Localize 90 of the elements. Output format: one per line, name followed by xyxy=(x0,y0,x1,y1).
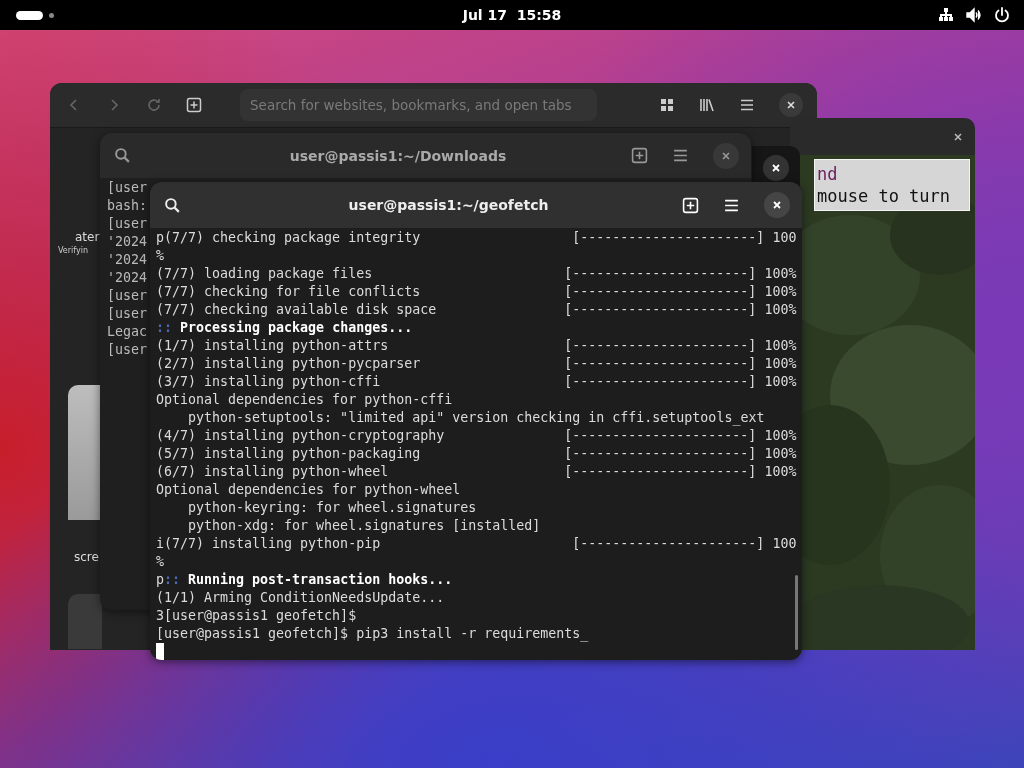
close-icon xyxy=(953,131,963,142)
progress-bar-text: [----------------------] xyxy=(564,445,757,463)
page-text: ater xyxy=(75,230,100,244)
terminal-line: [user xyxy=(107,180,148,195)
close-button[interactable] xyxy=(764,192,790,218)
hint-text: nd xyxy=(817,163,839,185)
search-icon[interactable] xyxy=(114,147,131,164)
percent-text: 100% xyxy=(764,463,797,481)
grid-icon[interactable] xyxy=(659,97,675,113)
section-heading: Processing package changes... xyxy=(180,320,413,335)
terminal-text: (4/7) installing python-cryptography xyxy=(156,427,445,445)
section-marker: :: xyxy=(156,320,172,335)
close-icon xyxy=(721,150,731,161)
search-field[interactable]: Search for websites, bookmarks, and open tabs xyxy=(240,89,597,121)
close-button[interactable] xyxy=(779,93,803,117)
terminal-line: python-keyring: for wheel.signatures xyxy=(187,499,478,517)
library-icon[interactable] xyxy=(699,97,715,113)
percent-text: 100 xyxy=(772,535,797,553)
search-icon[interactable] xyxy=(164,196,181,214)
progress-bar-text: [----------------------] xyxy=(572,229,765,247)
hint-text: mouse to turn xyxy=(817,185,952,207)
text-cursor xyxy=(156,643,164,660)
reload-icon[interactable] xyxy=(146,97,162,113)
terminal-text: (7/7) checking available disk space xyxy=(156,301,437,319)
percent-text: 100% xyxy=(764,373,797,391)
terminal-line: '2024 xyxy=(107,252,148,267)
terminal-line: 3[user@passis1 geofetch]$ xyxy=(156,607,358,625)
power-icon[interactable] xyxy=(994,7,1010,23)
terminal-text: p(7/7) checking package integrity xyxy=(156,229,421,247)
terminal-text: (7/7) loading package files xyxy=(156,265,373,283)
terminal-text: (6/7) installing python-wheel xyxy=(156,463,389,481)
close-icon xyxy=(772,200,782,210)
section-heading: Running post-transaction hooks... xyxy=(188,572,453,587)
progress-bar-text: [----------------------] xyxy=(564,355,757,373)
progress-bar-text: [----------------------] xyxy=(564,373,757,391)
close-icon xyxy=(786,100,796,110)
network-icon[interactable] xyxy=(938,7,954,23)
percent-text: 100% xyxy=(764,427,797,445)
activities-indicator[interactable] xyxy=(16,10,43,20)
terminal-line: '2024 xyxy=(107,270,148,285)
terminal-line: python-xdg: for wheel.signatures [installed] xyxy=(187,517,542,535)
terminal-line: '2024 xyxy=(107,234,148,249)
terminal-line: (1/1) Arming ConditionNeedsUpdate... xyxy=(156,589,446,607)
page-text: scre xyxy=(74,550,99,564)
progress-bar-text: [----------------------] xyxy=(564,337,757,355)
menu-icon[interactable] xyxy=(739,97,755,113)
progress-bar-text: [----------------------] xyxy=(564,283,757,301)
terminal-line: % xyxy=(156,247,165,265)
percent-text: 100% xyxy=(764,355,797,373)
scrollbar[interactable] xyxy=(795,575,798,650)
terminal-text: (1/7) installing python-attrs xyxy=(156,337,389,355)
terminal-line: Optional dependencies for python-wheel xyxy=(156,481,462,499)
progress-bar-text: [----------------------] xyxy=(564,301,757,319)
volume-icon[interactable] xyxy=(966,7,982,23)
terminal-line: [user xyxy=(107,342,148,357)
terminal-line: [user xyxy=(107,216,148,231)
terminal-text: (5/7) installing python-packaging xyxy=(156,445,421,463)
clock[interactable]: Jul 17 15:58 xyxy=(462,7,562,23)
window-title: user@passis1:~/Downloads xyxy=(288,147,508,164)
percent-text: 100% xyxy=(764,283,797,301)
progress-bar-text: [----------------------] xyxy=(564,463,757,481)
percent-text: 100% xyxy=(764,445,797,463)
terminal-line: [user@passis1 geofetch]$ pip3 install -r requirements_ xyxy=(156,625,590,643)
terminal-text: (7/7) checking for file conflicts xyxy=(156,283,421,301)
terminal-line: Optional dependencies for python-cffi xyxy=(156,391,454,409)
section-marker: :: xyxy=(164,572,181,587)
progress-bar-text: [----------------------] xyxy=(564,265,757,283)
percent-text: 100 xyxy=(772,229,797,247)
terminal-line: bash: xyxy=(107,198,148,213)
terminal-text: (3/7) installing python-cffi xyxy=(156,373,381,391)
terminal-line: Legac xyxy=(107,324,148,339)
terminal-line: % xyxy=(156,553,165,571)
terminal-line: [user xyxy=(107,288,148,303)
terminal-line: [user xyxy=(107,306,148,321)
percent-text: 100% xyxy=(764,265,797,283)
page-text: Verifyin xyxy=(58,246,88,255)
new-tab-icon[interactable] xyxy=(186,97,202,113)
terminal-line: python-setuptools: "limited api" version checking in cffi.setuptools_ext xyxy=(187,409,766,427)
percent-text: 100% xyxy=(764,337,797,355)
terminal-text: p xyxy=(156,572,164,587)
progress-bar-text: [----------------------] xyxy=(572,535,765,553)
close-icon xyxy=(771,163,781,173)
close-button[interactable] xyxy=(763,155,789,181)
window-title: user@passis1:~/geofetch xyxy=(347,197,550,213)
thumbnail-card xyxy=(68,594,102,649)
terminal-text: i(7/7) installing python-pip xyxy=(156,535,381,553)
progress-bar-text: [----------------------] xyxy=(564,427,757,445)
percent-text: 100% xyxy=(764,301,797,319)
terminal-text: (2/7) installing python-pycparser xyxy=(156,355,421,373)
workspace-dot[interactable] xyxy=(49,12,54,18)
